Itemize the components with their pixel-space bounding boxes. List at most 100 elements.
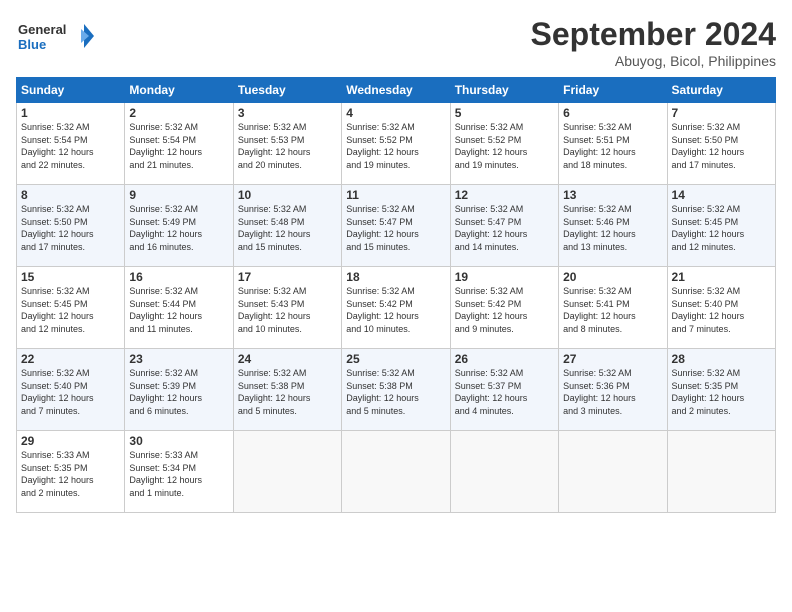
day-cell: 17Sunrise: 5:32 AM Sunset: 5:43 PM Dayli… — [233, 267, 341, 349]
day-cell: 1Sunrise: 5:32 AM Sunset: 5:54 PM Daylig… — [17, 103, 125, 185]
day-info: Sunrise: 5:32 AM Sunset: 5:39 PM Dayligh… — [129, 367, 228, 417]
day-cell: 3Sunrise: 5:32 AM Sunset: 5:53 PM Daylig… — [233, 103, 341, 185]
day-info: Sunrise: 5:32 AM Sunset: 5:43 PM Dayligh… — [238, 285, 337, 335]
day-info: Sunrise: 5:32 AM Sunset: 5:40 PM Dayligh… — [21, 367, 120, 417]
page: General Blue September 2024 Abuyog, Bico… — [0, 0, 792, 612]
day-number: 7 — [672, 106, 771, 120]
day-info: Sunrise: 5:32 AM Sunset: 5:54 PM Dayligh… — [129, 121, 228, 171]
day-number: 28 — [672, 352, 771, 366]
day-cell: 19Sunrise: 5:32 AM Sunset: 5:42 PM Dayli… — [450, 267, 558, 349]
day-info: Sunrise: 5:32 AM Sunset: 5:54 PM Dayligh… — [21, 121, 120, 171]
day-cell: 6Sunrise: 5:32 AM Sunset: 5:51 PM Daylig… — [559, 103, 667, 185]
day-cell: 30Sunrise: 5:33 AM Sunset: 5:34 PM Dayli… — [125, 431, 233, 513]
week-row-0: 1Sunrise: 5:32 AM Sunset: 5:54 PM Daylig… — [17, 103, 776, 185]
day-cell — [450, 431, 558, 513]
day-number: 12 — [455, 188, 554, 202]
day-info: Sunrise: 5:32 AM Sunset: 5:51 PM Dayligh… — [563, 121, 662, 171]
day-cell: 16Sunrise: 5:32 AM Sunset: 5:44 PM Dayli… — [125, 267, 233, 349]
day-number: 25 — [346, 352, 445, 366]
day-info: Sunrise: 5:32 AM Sunset: 5:40 PM Dayligh… — [672, 285, 771, 335]
day-info: Sunrise: 5:32 AM Sunset: 5:44 PM Dayligh… — [129, 285, 228, 335]
day-cell: 5Sunrise: 5:32 AM Sunset: 5:52 PM Daylig… — [450, 103, 558, 185]
day-number: 9 — [129, 188, 228, 202]
day-info: Sunrise: 5:32 AM Sunset: 5:50 PM Dayligh… — [672, 121, 771, 171]
header: General Blue September 2024 Abuyog, Bico… — [16, 16, 776, 69]
day-cell: 12Sunrise: 5:32 AM Sunset: 5:47 PM Dayli… — [450, 185, 558, 267]
day-info: Sunrise: 5:32 AM Sunset: 5:47 PM Dayligh… — [346, 203, 445, 253]
calendar-table: SundayMondayTuesdayWednesdayThursdayFrid… — [16, 77, 776, 513]
day-cell: 13Sunrise: 5:32 AM Sunset: 5:46 PM Dayli… — [559, 185, 667, 267]
day-info: Sunrise: 5:32 AM Sunset: 5:36 PM Dayligh… — [563, 367, 662, 417]
week-row-2: 15Sunrise: 5:32 AM Sunset: 5:45 PM Dayli… — [17, 267, 776, 349]
day-cell: 23Sunrise: 5:32 AM Sunset: 5:39 PM Dayli… — [125, 349, 233, 431]
day-info: Sunrise: 5:32 AM Sunset: 5:47 PM Dayligh… — [455, 203, 554, 253]
logo: General Blue — [16, 16, 96, 56]
day-number: 24 — [238, 352, 337, 366]
day-cell: 2Sunrise: 5:32 AM Sunset: 5:54 PM Daylig… — [125, 103, 233, 185]
col-header-wednesday: Wednesday — [342, 78, 450, 103]
day-info: Sunrise: 5:32 AM Sunset: 5:45 PM Dayligh… — [21, 285, 120, 335]
day-number: 29 — [21, 434, 120, 448]
day-number: 1 — [21, 106, 120, 120]
svg-text:Blue: Blue — [18, 37, 46, 52]
day-info: Sunrise: 5:32 AM Sunset: 5:41 PM Dayligh… — [563, 285, 662, 335]
day-info: Sunrise: 5:33 AM Sunset: 5:35 PM Dayligh… — [21, 449, 120, 499]
day-cell: 20Sunrise: 5:32 AM Sunset: 5:41 PM Dayli… — [559, 267, 667, 349]
col-header-friday: Friday — [559, 78, 667, 103]
day-info: Sunrise: 5:32 AM Sunset: 5:38 PM Dayligh… — [346, 367, 445, 417]
week-row-4: 29Sunrise: 5:33 AM Sunset: 5:35 PM Dayli… — [17, 431, 776, 513]
day-number: 2 — [129, 106, 228, 120]
month-title: September 2024 — [531, 16, 776, 53]
day-number: 17 — [238, 270, 337, 284]
day-info: Sunrise: 5:33 AM Sunset: 5:34 PM Dayligh… — [129, 449, 228, 499]
day-cell: 25Sunrise: 5:32 AM Sunset: 5:38 PM Dayli… — [342, 349, 450, 431]
day-cell: 10Sunrise: 5:32 AM Sunset: 5:48 PM Dayli… — [233, 185, 341, 267]
day-number: 19 — [455, 270, 554, 284]
col-header-thursday: Thursday — [450, 78, 558, 103]
day-info: Sunrise: 5:32 AM Sunset: 5:42 PM Dayligh… — [455, 285, 554, 335]
day-number: 14 — [672, 188, 771, 202]
day-info: Sunrise: 5:32 AM Sunset: 5:45 PM Dayligh… — [672, 203, 771, 253]
day-number: 23 — [129, 352, 228, 366]
day-cell: 8Sunrise: 5:32 AM Sunset: 5:50 PM Daylig… — [17, 185, 125, 267]
day-info: Sunrise: 5:32 AM Sunset: 5:50 PM Dayligh… — [21, 203, 120, 253]
day-number: 26 — [455, 352, 554, 366]
day-number: 4 — [346, 106, 445, 120]
day-number: 15 — [21, 270, 120, 284]
title-block: September 2024 Abuyog, Bicol, Philippine… — [531, 16, 776, 69]
col-header-saturday: Saturday — [667, 78, 775, 103]
day-cell — [559, 431, 667, 513]
day-info: Sunrise: 5:32 AM Sunset: 5:52 PM Dayligh… — [455, 121, 554, 171]
logo-svg: General Blue — [16, 16, 96, 56]
day-info: Sunrise: 5:32 AM Sunset: 5:48 PM Dayligh… — [238, 203, 337, 253]
day-number: 18 — [346, 270, 445, 284]
day-cell: 9Sunrise: 5:32 AM Sunset: 5:49 PM Daylig… — [125, 185, 233, 267]
day-info: Sunrise: 5:32 AM Sunset: 5:46 PM Dayligh… — [563, 203, 662, 253]
day-info: Sunrise: 5:32 AM Sunset: 5:52 PM Dayligh… — [346, 121, 445, 171]
day-number: 5 — [455, 106, 554, 120]
day-number: 8 — [21, 188, 120, 202]
day-info: Sunrise: 5:32 AM Sunset: 5:49 PM Dayligh… — [129, 203, 228, 253]
header-row: SundayMondayTuesdayWednesdayThursdayFrid… — [17, 78, 776, 103]
col-header-sunday: Sunday — [17, 78, 125, 103]
col-header-tuesday: Tuesday — [233, 78, 341, 103]
day-cell: 28Sunrise: 5:32 AM Sunset: 5:35 PM Dayli… — [667, 349, 775, 431]
day-cell: 18Sunrise: 5:32 AM Sunset: 5:42 PM Dayli… — [342, 267, 450, 349]
day-number: 30 — [129, 434, 228, 448]
day-cell — [342, 431, 450, 513]
week-row-3: 22Sunrise: 5:32 AM Sunset: 5:40 PM Dayli… — [17, 349, 776, 431]
day-cell: 11Sunrise: 5:32 AM Sunset: 5:47 PM Dayli… — [342, 185, 450, 267]
day-info: Sunrise: 5:32 AM Sunset: 5:37 PM Dayligh… — [455, 367, 554, 417]
day-cell: 22Sunrise: 5:32 AM Sunset: 5:40 PM Dayli… — [17, 349, 125, 431]
svg-text:General: General — [18, 22, 66, 37]
day-number: 10 — [238, 188, 337, 202]
day-info: Sunrise: 5:32 AM Sunset: 5:53 PM Dayligh… — [238, 121, 337, 171]
day-cell: 27Sunrise: 5:32 AM Sunset: 5:36 PM Dayli… — [559, 349, 667, 431]
day-cell: 29Sunrise: 5:33 AM Sunset: 5:35 PM Dayli… — [17, 431, 125, 513]
day-cell — [667, 431, 775, 513]
day-cell: 14Sunrise: 5:32 AM Sunset: 5:45 PM Dayli… — [667, 185, 775, 267]
col-header-monday: Monday — [125, 78, 233, 103]
day-number: 20 — [563, 270, 662, 284]
day-cell: 7Sunrise: 5:32 AM Sunset: 5:50 PM Daylig… — [667, 103, 775, 185]
subtitle: Abuyog, Bicol, Philippines — [531, 53, 776, 69]
